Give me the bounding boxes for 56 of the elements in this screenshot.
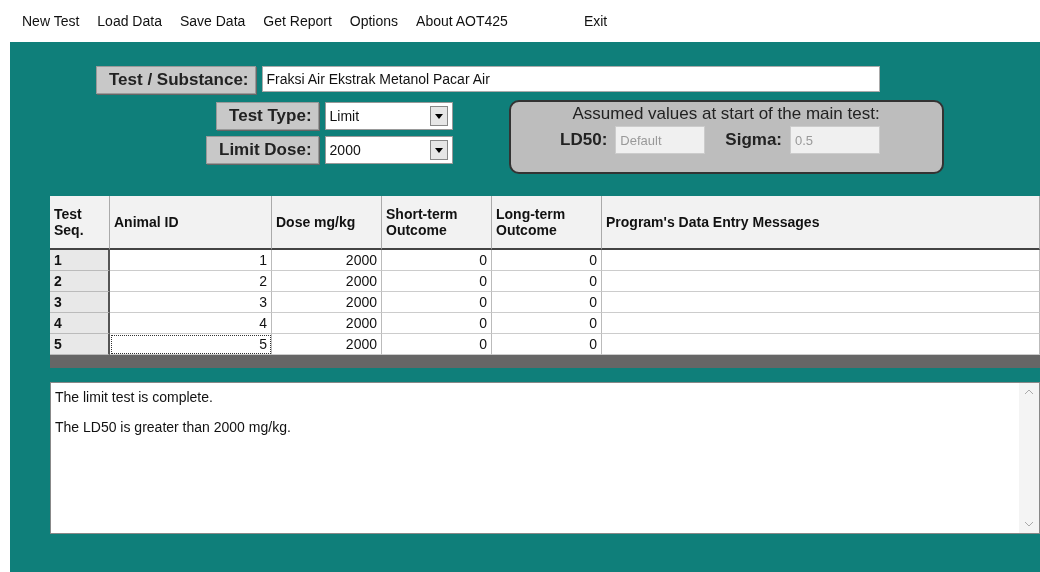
dropdown[interactable]: Limit	[324, 102, 453, 130]
column-header: Long-term Outcome	[492, 196, 602, 250]
panel-title: Assumed values at start of the main test:	[572, 104, 880, 124]
column-header: Animal ID	[110, 196, 272, 250]
table-cell[interactable]: 0	[382, 271, 492, 292]
menu-item[interactable]: Save Data	[179, 13, 246, 29]
menu-item[interactable]: New Test	[22, 13, 80, 29]
field-label: Limit Dose:	[206, 136, 319, 164]
scroll-down-icon[interactable]	[1024, 521, 1034, 527]
column-header: Short-term Outcome	[382, 196, 492, 250]
menu-item[interactable]: About AOT425	[416, 13, 508, 29]
table-cell[interactable]: 0	[382, 313, 492, 334]
substance-field[interactable]: Fraksi Air Ekstrak Metanol Pacar Air	[261, 66, 880, 92]
message-text: The LD50 is greater than 2000 mg/kg.	[55, 419, 292, 435]
table-cell[interactable]: 0	[492, 313, 602, 334]
field-label: Test / Substance:	[96, 66, 256, 94]
field-label: Test Type:	[216, 102, 319, 130]
row-header: 2	[50, 271, 110, 292]
table-cell[interactable]: 0	[492, 292, 602, 313]
table-cell[interactable]	[602, 250, 1040, 271]
menu-item[interactable]: Load Data	[97, 13, 162, 29]
row-header: 1	[50, 250, 110, 271]
menu-item[interactable]: Get Report	[263, 13, 332, 29]
table-cell[interactable]: 3	[110, 292, 272, 313]
table-cell[interactable]	[602, 271, 1040, 292]
table-cell[interactable]: 2000	[272, 271, 382, 292]
menu-item[interactable]: Options	[349, 13, 399, 29]
table-cell[interactable]: 4	[110, 313, 272, 334]
table-cell[interactable]: 2000	[272, 250, 382, 271]
menu-item[interactable]: Exit	[583, 13, 608, 29]
column-header: Test Seq.	[50, 196, 110, 250]
field-label: Sigma:	[725, 130, 782, 150]
table-cell[interactable]: 2000	[272, 292, 382, 313]
dropdown[interactable]: 2000	[324, 136, 453, 164]
row-header: 5	[50, 334, 110, 355]
table-cell[interactable]: 0	[492, 334, 602, 355]
table-cell[interactable]: 5	[110, 334, 272, 355]
table-cell[interactable]: 0	[382, 334, 492, 355]
table-cell[interactable]: 0	[382, 292, 492, 313]
row-header: 4	[50, 313, 110, 334]
table-cell[interactable]: 2000	[272, 334, 382, 355]
table-cell[interactable]: 2000	[272, 313, 382, 334]
table-cell[interactable]	[602, 313, 1040, 334]
table-cell[interactable]: 2	[110, 271, 272, 292]
table-cell[interactable]: 0	[492, 271, 602, 292]
table-cell[interactable]: 0	[382, 250, 492, 271]
column-header: Dose mg/kg	[272, 196, 382, 250]
table-cell[interactable]: 1	[110, 250, 272, 271]
scroll-up-icon[interactable]	[1024, 389, 1034, 395]
field-label: LD50:	[560, 130, 608, 150]
table-cell[interactable]: 0	[492, 250, 602, 271]
message-text: The limit test is complete.	[55, 389, 214, 405]
row-header: 3	[50, 292, 110, 313]
table-cell[interactable]	[602, 334, 1040, 355]
column-header: Program's Data Entry Messages	[602, 196, 1040, 250]
table-cell[interactable]	[602, 292, 1040, 313]
